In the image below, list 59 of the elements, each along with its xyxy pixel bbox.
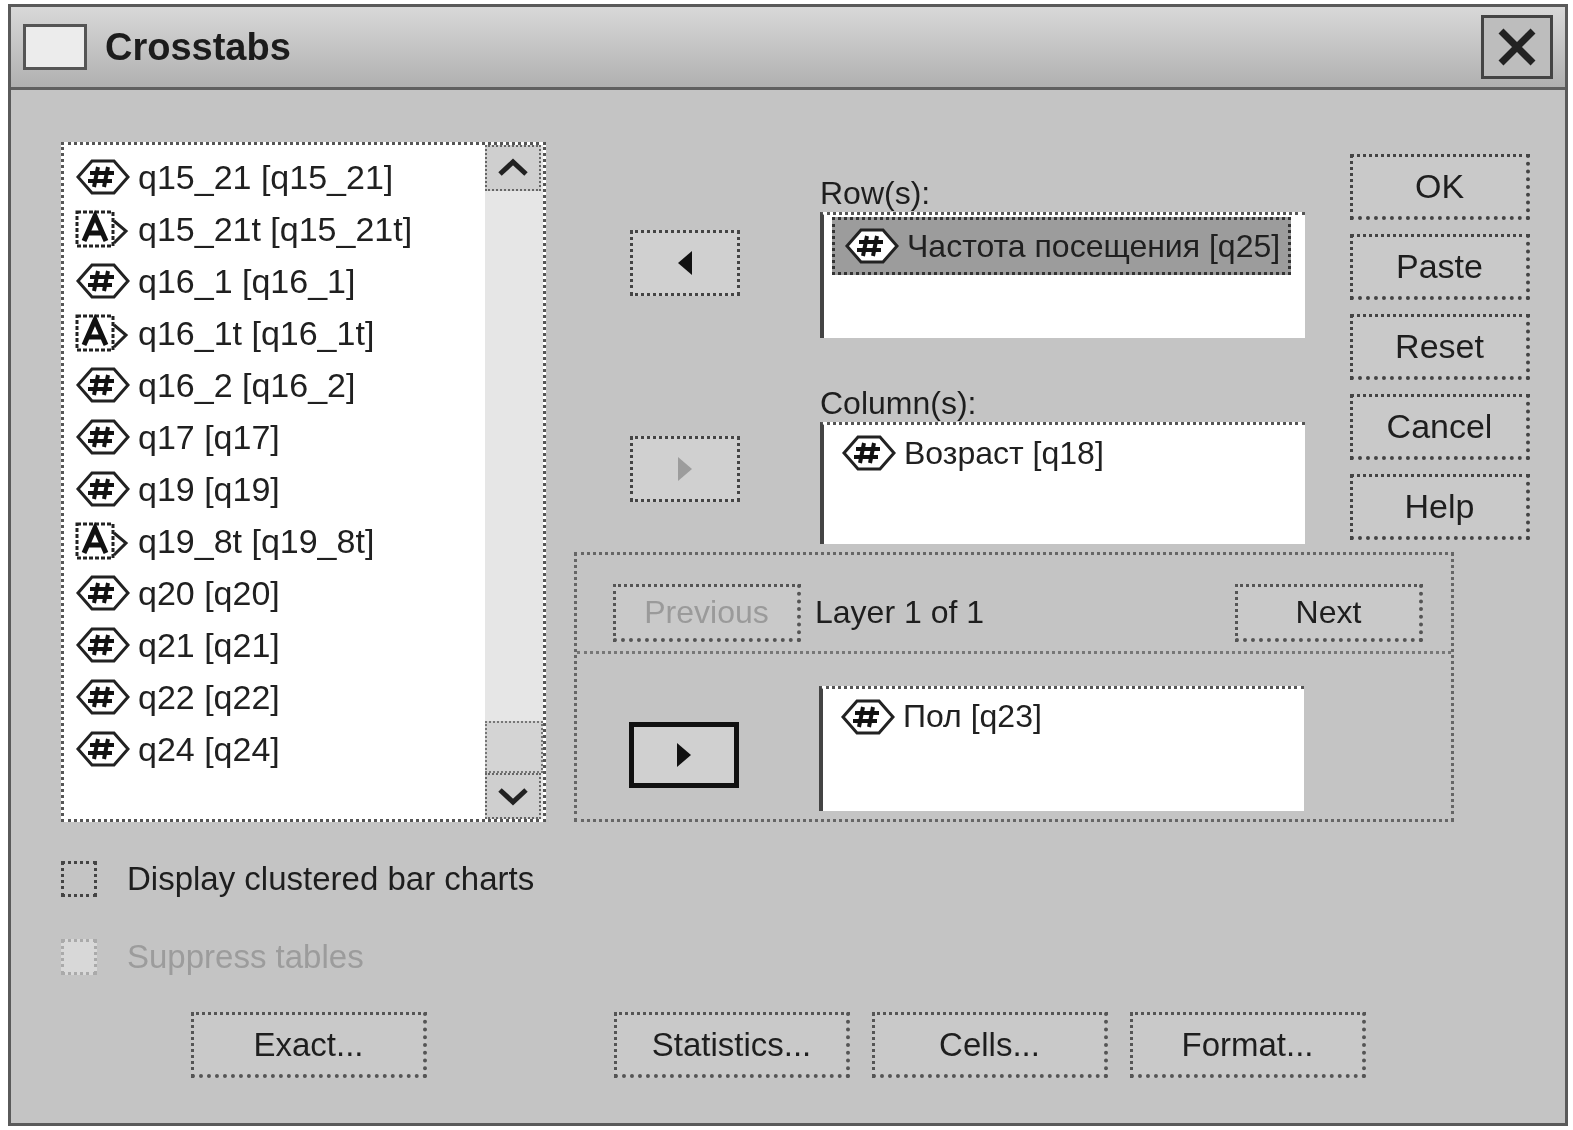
dialog-button[interactable]: Format...: [1130, 1012, 1366, 1078]
variable-item[interactable]: Возраст [q18]: [832, 427, 1112, 479]
window-title: Crosstabs: [105, 25, 292, 69]
dialog-button[interactable]: Reset: [1350, 314, 1530, 380]
dialog-button[interactable]: OK: [1350, 154, 1530, 220]
dialog-button[interactable]: Paste: [1350, 234, 1530, 300]
move-button[interactable]: [629, 721, 739, 788]
string-variable-icon: [74, 313, 130, 353]
string-variable-icon: [74, 521, 130, 561]
columns-label: Column(s):: [820, 384, 978, 422]
next-button[interactable]: Next: [1235, 583, 1423, 642]
numeric-variable-icon: [74, 677, 130, 717]
move-button[interactable]: [630, 230, 740, 296]
dialog-button[interactable]: Help: [1350, 474, 1530, 540]
numeric-variable-icon: [843, 226, 899, 266]
numeric-variable-icon: [74, 365, 130, 405]
variable-item[interactable]: Пол [q23]: [831, 690, 1050, 743]
variable-list[interactable]: q15_21 [q15_21] q15_21t [q15_21t] q16_1 [q16_1] q16_1t [q16_1t] q16_2 [q16_2] q17 [q17] q19 [q19] q19_8t [q19_8t] q20 [q20] q21 [q21] q22 [q22] q24 [q24]: [61, 142, 546, 822]
dialog-button[interactable]: Statistics...: [614, 1012, 850, 1078]
checkbox-label: Display clustered bar charts: [127, 860, 535, 898]
numeric-variable-icon: [74, 729, 130, 769]
variable-item[interactable]: q16_1t [q16_1t]: [74, 307, 485, 359]
string-variable-icon: [74, 209, 130, 249]
variable-item[interactable]: q22 [q22]: [74, 671, 485, 723]
variable-target-list[interactable]: Частота посещения [q25]: [820, 212, 1305, 338]
rows-label: Row(s):: [820, 174, 932, 212]
numeric-variable-icon: [840, 433, 896, 473]
chevron-down-icon: [496, 786, 530, 806]
close-button[interactable]: [1481, 15, 1553, 79]
variable-item[interactable]: q21 [q21]: [74, 619, 485, 671]
variable-item[interactable]: q19_8t [q19_8t]: [74, 515, 485, 567]
numeric-variable-icon: [74, 573, 130, 613]
scroll-thumb[interactable]: [485, 721, 543, 773]
variable-item[interactable]: q16_1 [q16_1]: [74, 255, 485, 307]
dialog-button[interactable]: Exact...: [191, 1012, 427, 1078]
scroll-down-button[interactable]: [485, 773, 541, 819]
variable-item[interactable]: q20 [q20]: [74, 567, 485, 619]
scrollbar[interactable]: [485, 145, 543, 819]
numeric-variable-icon: [74, 417, 130, 457]
window-icon: [23, 24, 87, 70]
variable-target-list[interactable]: Пол [q23]: [819, 685, 1304, 811]
variable-item[interactable]: q19 [q19]: [74, 463, 485, 515]
variable-item[interactable]: q24 [q24]: [74, 723, 485, 775]
variable-target-list[interactable]: Возраст [q18]: [820, 422, 1305, 544]
layer-caption: Layer 1 of 1: [815, 594, 985, 632]
numeric-variable-icon: [74, 625, 130, 665]
dialog-button[interactable]: Cells...: [872, 1012, 1108, 1078]
variable-item[interactable]: q15_21t [q15_21t]: [74, 203, 485, 255]
variable-item[interactable]: Частота посещения [q25]: [832, 217, 1292, 275]
dialog-button[interactable]: Cancel: [1350, 394, 1530, 460]
variable-item[interactable]: q17 [q17]: [74, 411, 485, 463]
checkbox[interactable]: [61, 861, 97, 897]
scroll-up-button[interactable]: [485, 145, 541, 191]
chevron-up-icon: [496, 158, 530, 178]
variable-item[interactable]: q16_2 [q16_2]: [74, 359, 485, 411]
variable-item[interactable]: q15_21 [q15_21]: [74, 151, 485, 203]
numeric-variable-icon: [74, 157, 130, 197]
numeric-variable-icon: [74, 469, 130, 509]
numeric-variable-icon: [74, 261, 130, 301]
